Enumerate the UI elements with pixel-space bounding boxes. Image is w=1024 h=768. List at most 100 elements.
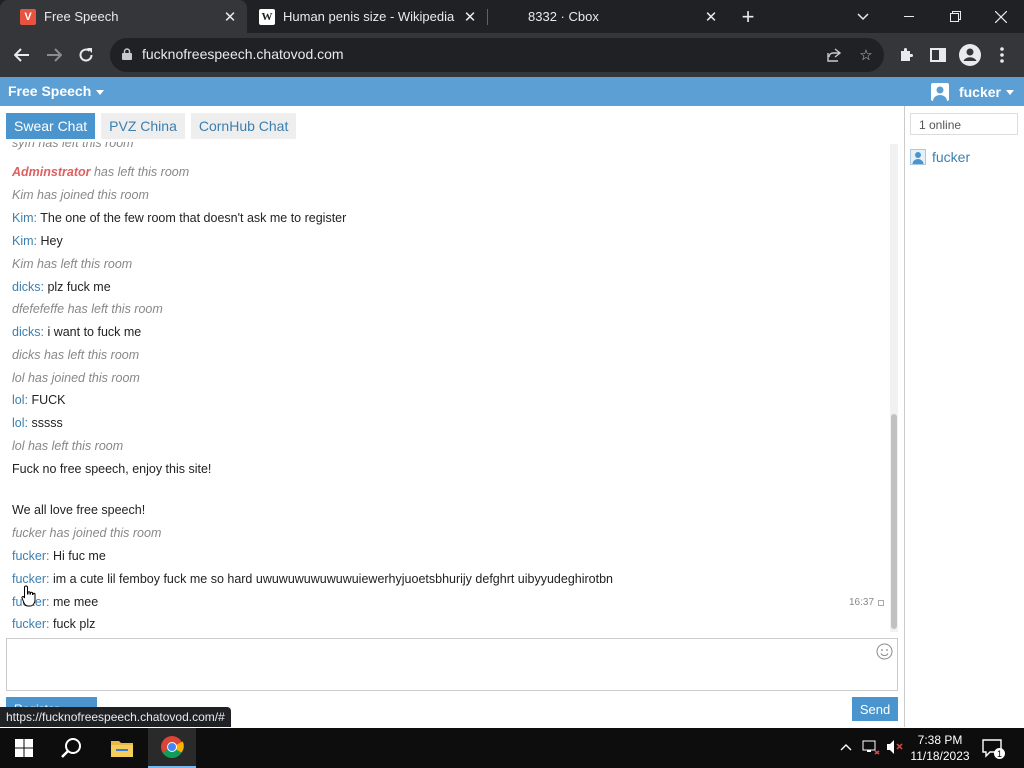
message-nick[interactable]: fucker xyxy=(12,617,46,631)
tab-search-button[interactable] xyxy=(840,0,886,33)
search-button[interactable] xyxy=(48,728,96,768)
message-nick[interactable]: dicks xyxy=(12,325,40,339)
message-text: dicks has left this room xyxy=(12,348,140,362)
message-input[interactable] xyxy=(6,638,898,691)
chat-message: Kim: The one of the few room that doesn'… xyxy=(12,211,346,225)
chevron-up-icon[interactable] xyxy=(840,739,852,754)
message-nick[interactable]: fucker xyxy=(12,549,46,563)
menu-button[interactable] xyxy=(988,41,1016,69)
close-icon[interactable]: ✕ xyxy=(459,6,481,28)
message-nick[interactable]: lol xyxy=(12,393,25,407)
message-nick[interactable]: Kim xyxy=(12,211,34,225)
message-text: i want to fuck me xyxy=(43,325,142,339)
chrome-taskbar-button[interactable] xyxy=(148,728,196,768)
close-icon[interactable]: ✕ xyxy=(219,6,241,28)
side-panel-icon xyxy=(930,48,946,62)
address-bar[interactable]: fucknofreespeech.chatovod.com ☆ xyxy=(110,38,884,72)
message-text: has left this room xyxy=(90,165,190,179)
online-count: 1 online xyxy=(910,113,1018,135)
chat-message: lol: sssss xyxy=(12,416,63,430)
tab-free-speech[interactable]: V Free Speech ✕ xyxy=(0,0,247,33)
chat-log[interactable]: syfh has left this room Adminstrator has… xyxy=(0,142,890,632)
smiley-icon[interactable] xyxy=(876,643,893,660)
chat-message: fucker: fuck plz xyxy=(12,617,95,631)
reload-button[interactable] xyxy=(72,41,100,69)
sidebar-divider xyxy=(904,106,905,727)
room-tab-pvz-china[interactable]: PVZ China xyxy=(101,113,185,139)
profile-icon xyxy=(959,44,981,66)
chat-scrollbar[interactable] xyxy=(890,144,898,632)
restore-icon xyxy=(949,11,961,22)
message-text: fucker has joined this room xyxy=(12,526,162,540)
system-message: dfefefeffe has left this room xyxy=(12,302,163,316)
forward-button[interactable] xyxy=(40,41,68,69)
system-message: lol has joined this room xyxy=(12,371,140,385)
chat-message: dicks: i want to fuck me xyxy=(12,325,141,339)
clock-date: 11/18/2023 xyxy=(910,749,970,763)
taskbar-clock[interactable]: 7:38 PM 11/18/2023 xyxy=(904,732,976,764)
room-tab-swear-chat[interactable]: Swear Chat xyxy=(6,113,96,139)
notification-count: 1 xyxy=(994,748,1005,759)
message-text: Kim has left this room xyxy=(12,257,133,271)
chat-message: Adminstrator has left this room xyxy=(12,165,189,179)
caret-down-icon xyxy=(96,89,105,95)
tab-title: 8332 · Cbox xyxy=(528,9,599,24)
kebab-menu-icon xyxy=(1000,47,1004,63)
tab-wikipedia[interactable]: W Human penis size - Wikipedia ✕ xyxy=(247,0,487,33)
message-text: FUCK xyxy=(28,393,66,407)
chat-message-partial: syfh has left this room xyxy=(12,142,134,150)
send-button[interactable]: Send xyxy=(852,697,898,721)
network-icon[interactable] xyxy=(862,739,880,758)
url-text: fucknofreespeech.chatovod.com xyxy=(142,46,344,62)
message-nick[interactable]: Kim xyxy=(12,234,34,248)
user-avatar-icon xyxy=(930,83,949,101)
message-timestamp: 16:37 xyxy=(849,597,875,608)
share-icon[interactable] xyxy=(824,45,844,65)
brand-menu[interactable]: Free Speech xyxy=(8,83,105,99)
minimize-button[interactable] xyxy=(886,0,932,33)
message-text: Fuck no free speech, enjoy this site! xyxy=(12,462,212,476)
new-tab-button[interactable]: + xyxy=(730,0,766,33)
scrollbar-thumb[interactable] xyxy=(891,414,897,629)
windows-logo-icon xyxy=(15,739,33,757)
register-button[interactable]: Register xyxy=(6,697,97,707)
close-icon xyxy=(995,10,1007,23)
notifications-button[interactable]: 1 xyxy=(980,736,1005,760)
side-panel-button[interactable] xyxy=(924,41,952,69)
user-icon xyxy=(910,149,926,165)
status-bar: https://fucknofreespeech.chatovod.com/# xyxy=(0,707,231,727)
back-button[interactable] xyxy=(8,41,36,69)
extensions-button[interactable] xyxy=(892,41,920,69)
user-menu[interactable]: fucker xyxy=(930,83,1014,101)
file-explorer-button[interactable] xyxy=(98,728,146,768)
profile-button[interactable] xyxy=(956,41,984,69)
start-button[interactable] xyxy=(0,728,48,768)
browser-toolbar: fucknofreespeech.chatovod.com ☆ xyxy=(0,33,1024,77)
reload-icon xyxy=(79,48,93,62)
message-text: sssss xyxy=(28,416,63,430)
star-icon[interactable]: ☆ xyxy=(856,45,876,65)
folder-icon xyxy=(111,741,133,757)
close-icon[interactable]: ✕ xyxy=(700,6,722,28)
message-nick[interactable]: fucker xyxy=(12,572,46,586)
close-window-button[interactable] xyxy=(978,0,1024,33)
restore-button[interactable] xyxy=(932,0,978,33)
tab-cbox[interactable]: 8332 · Cbox ✕ xyxy=(488,0,728,33)
minimize-icon xyxy=(904,15,914,17)
speaker-muted-icon[interactable] xyxy=(886,739,904,758)
message-text: plz fuck me xyxy=(43,280,111,294)
room-tab-cornhub-chat[interactable]: CornHub Chat xyxy=(190,113,297,139)
message-nick[interactable]: dicks xyxy=(12,280,40,294)
chat-message: Kim: Hey xyxy=(12,234,63,248)
message-checkbox[interactable] xyxy=(878,600,884,606)
announcement-message: Fuck no free speech, enjoy this site! xyxy=(12,462,211,476)
wikipedia-favicon-icon: W xyxy=(259,8,275,25)
caret-down-icon xyxy=(1006,89,1014,95)
chat-message: fucker: Hi fuc me xyxy=(12,549,106,563)
tab-title: Free Speech xyxy=(44,9,119,24)
system-message: Kim has left this room xyxy=(12,257,132,271)
user-list-item[interactable]: fucker xyxy=(910,149,970,165)
chevron-down-icon xyxy=(857,12,869,20)
message-nick[interactable]: Adminstrator xyxy=(12,165,90,179)
message-nick[interactable]: lol xyxy=(12,416,25,430)
